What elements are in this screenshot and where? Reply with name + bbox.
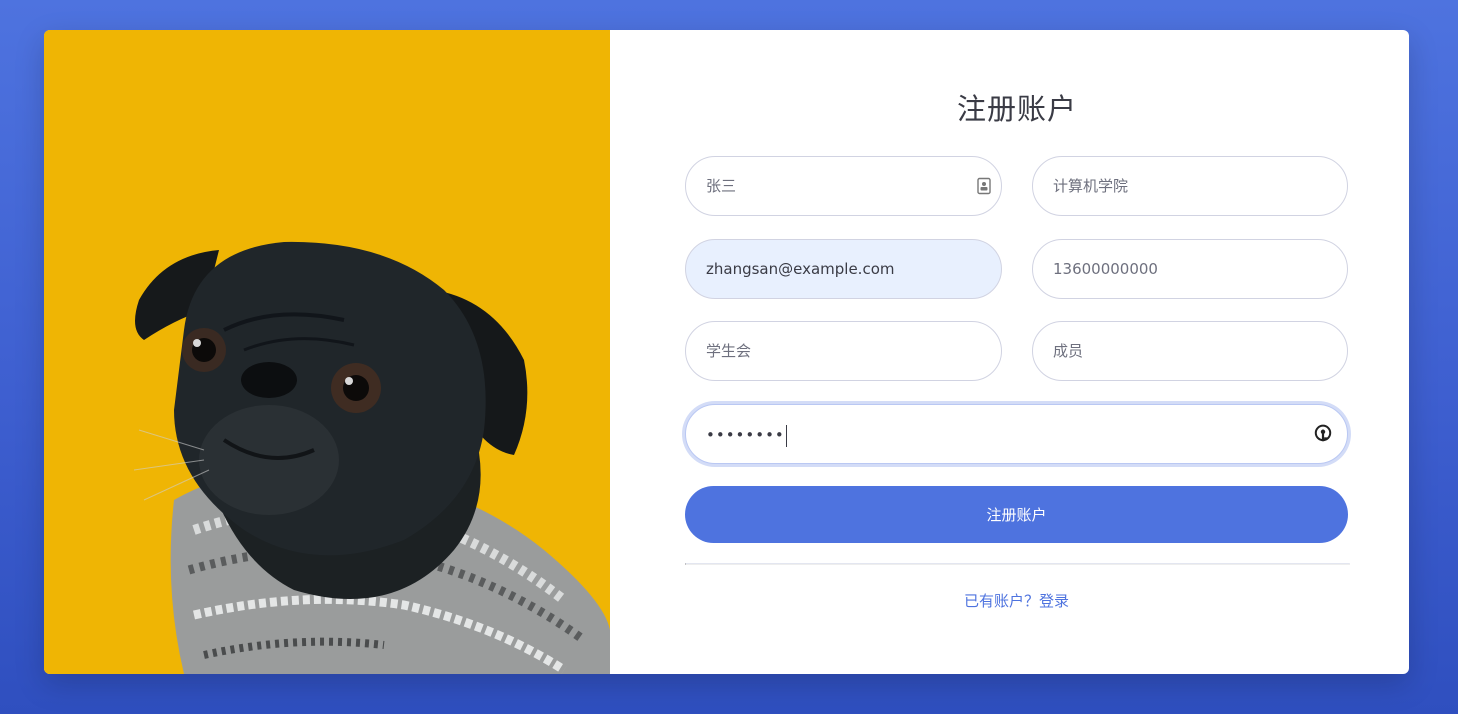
organization-field[interactable] bbox=[685, 321, 1002, 381]
divider bbox=[685, 563, 1350, 565]
register-card: 注册账户 •••••••• bbox=[44, 30, 1409, 674]
college-field[interactable] bbox=[1032, 156, 1348, 216]
role-field[interactable] bbox=[1032, 321, 1348, 381]
name-field[interactable] bbox=[685, 156, 1002, 216]
pug-photo-panel bbox=[44, 30, 610, 674]
page-title: 注册账户 bbox=[956, 92, 1077, 126]
password-input[interactable]: •••••••• bbox=[706, 405, 787, 463]
phone-field[interactable] bbox=[1032, 239, 1348, 299]
name-input[interactable] bbox=[686, 157, 941, 215]
organization-input[interactable] bbox=[686, 322, 941, 380]
contact-card-icon[interactable] bbox=[975, 177, 993, 195]
role-input[interactable] bbox=[1033, 322, 1287, 380]
college-input[interactable] bbox=[1033, 157, 1287, 215]
password-field[interactable]: •••••••• bbox=[685, 404, 1348, 464]
login-link[interactable]: 已有账户？登录 bbox=[685, 590, 1348, 611]
register-form: 注册账户 •••••••• bbox=[610, 30, 1409, 674]
phone-input[interactable] bbox=[1033, 240, 1287, 298]
email-input[interactable] bbox=[686, 240, 941, 298]
password-manager-key-icon[interactable] bbox=[1313, 424, 1333, 444]
password-dots: •••••••• bbox=[706, 426, 785, 444]
register-button[interactable]: 注册账户 bbox=[685, 486, 1348, 543]
email-field[interactable] bbox=[685, 239, 1002, 299]
pug-photo bbox=[44, 30, 610, 674]
text-caret bbox=[785, 424, 787, 447]
